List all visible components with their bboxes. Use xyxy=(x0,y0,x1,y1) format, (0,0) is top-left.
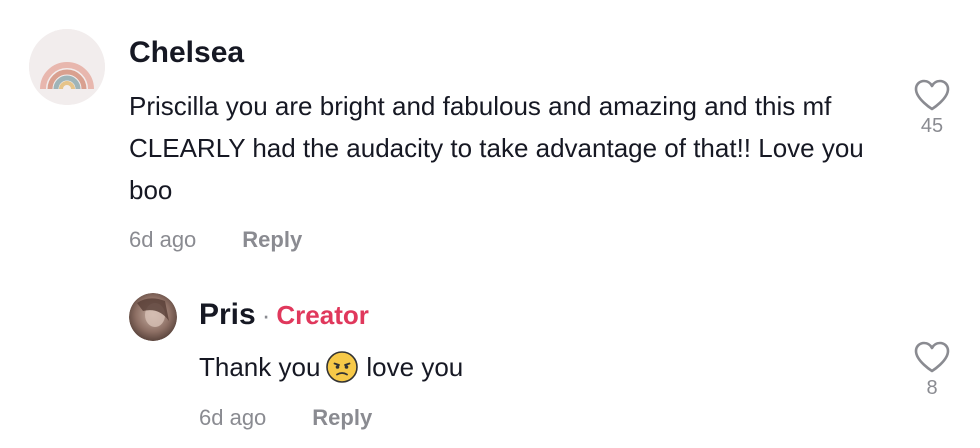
comment-item: Chelsea Priscilla you are bright and fab… xyxy=(0,0,980,270)
reply-text-after: love you xyxy=(366,352,464,382)
avatar[interactable] xyxy=(129,293,177,341)
comment-timestamp: 6d ago xyxy=(129,227,197,252)
like-count: 45 xyxy=(920,115,944,137)
avatar[interactable] xyxy=(29,29,105,105)
creator-badge: Creator xyxy=(276,300,369,330)
pleading-face-emoji xyxy=(326,351,359,383)
comment-text: Priscilla you are bright and fabulous an… xyxy=(129,91,864,205)
comment-username[interactable]: Chelsea xyxy=(129,35,244,71)
reply-username-row: Pris · Creator xyxy=(199,297,369,333)
heart-icon xyxy=(914,341,950,373)
reply-item: Pris · Creator Thank you love you 6d ago Re… xyxy=(0,270,980,448)
reply-button[interactable]: Reply xyxy=(312,405,372,430)
reply-timestamp: 6d ago xyxy=(199,405,267,430)
like-count: 8 xyxy=(926,377,938,399)
reply-username[interactable]: Pris xyxy=(199,298,256,331)
comment-meta: 6d ago Reply xyxy=(129,226,302,254)
reply-text-before: Thank you xyxy=(199,352,321,382)
profile-photo-icon xyxy=(129,293,177,341)
reply-text: Thank you love you xyxy=(199,346,463,388)
separator-dot: · xyxy=(261,300,271,330)
like-button[interactable]: 45 xyxy=(910,78,954,138)
reply-meta: 6d ago Reply xyxy=(199,404,372,432)
heart-icon xyxy=(914,79,950,111)
like-button[interactable]: 8 xyxy=(910,340,954,400)
reply-button[interactable]: Reply xyxy=(242,227,302,252)
rainbow-icon xyxy=(29,29,105,105)
